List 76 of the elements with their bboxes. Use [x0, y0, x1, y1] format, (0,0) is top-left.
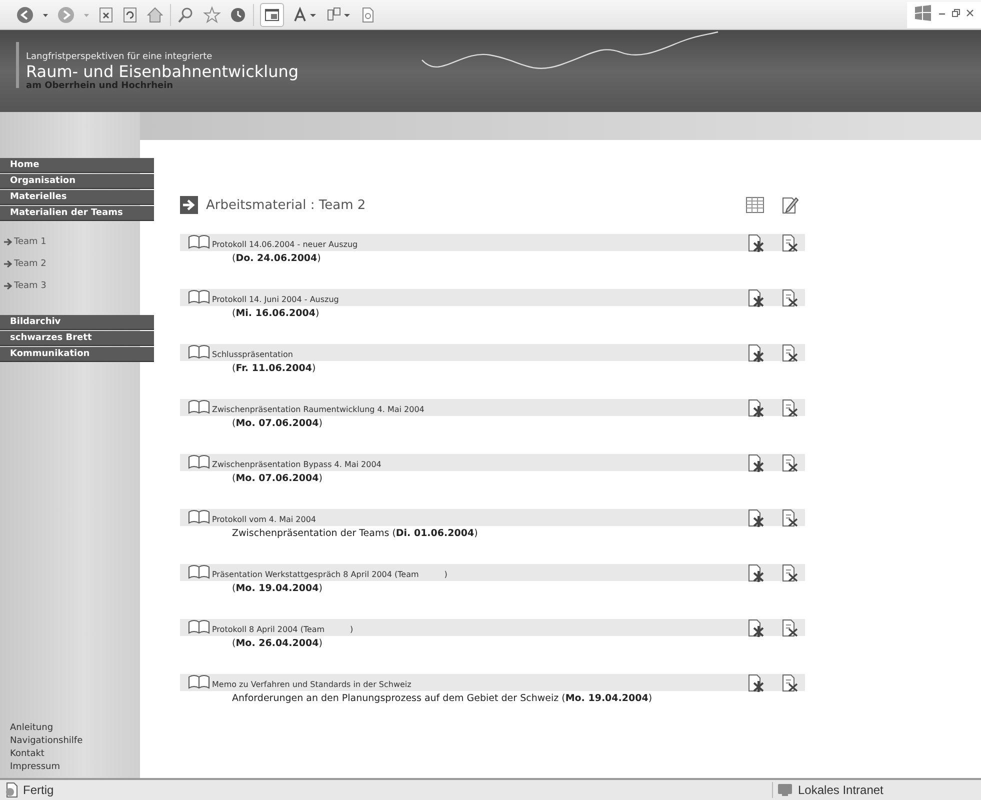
nav-link[interactable]: Team 1 [4, 235, 140, 249]
footer-link[interactable]: Navigationshilfe [10, 736, 140, 746]
document-link[interactable]: Schlusspräsentation [212, 350, 293, 359]
book-icon [188, 454, 210, 470]
nav-button[interactable]: Materialien der Teams [0, 206, 154, 221]
document-edit-icon[interactable] [781, 288, 799, 308]
document-link[interactable]: Protokoll 14.06.2004 - neuer Auszug [212, 240, 358, 249]
book-icon [188, 289, 210, 305]
close-icon[interactable] [965, 7, 975, 19]
book-icon [188, 399, 210, 415]
nav-button[interactable]: Organisation [0, 174, 154, 189]
book-icon [188, 234, 210, 250]
document-link[interactable]: Protokoll 14. Juni 2004 - Auszug [212, 295, 339, 304]
arrow-icon [4, 260, 13, 268]
document-link[interactable]: Memo zu Verfahren und Standards in der Schweiz [212, 680, 412, 689]
document-detail: (Mo. 07.06.2004) [231, 418, 324, 429]
home-icon[interactable] [146, 6, 164, 24]
document-detail: (Do. 24.06.2004) [231, 253, 322, 264]
banner-kicker: Langfristperspektiven für eine integrierte [26, 52, 212, 62]
document-detail: Zwischenpräsentation der Teams (Di. 01.06.2004) [231, 528, 479, 539]
arrow-icon [180, 196, 198, 214]
back-icon[interactable] [16, 6, 34, 24]
book-icon [188, 509, 210, 525]
document-link[interactable]: Präsentation Werkstattgespräch 8 April 2004 (Team ) [212, 570, 448, 579]
document-edit-icon[interactable] [781, 343, 799, 363]
stop-icon[interactable] [98, 6, 114, 24]
footer-link[interactable]: Kontakt [10, 749, 140, 759]
nav-button[interactable]: Materielles [0, 190, 154, 205]
windows-logo-icon [913, 4, 933, 22]
page-icon[interactable] [360, 6, 376, 24]
book-icon [188, 674, 210, 690]
banner-subtitle: am Oberrhein und Hochrhein [26, 81, 174, 91]
page-heading: Arbeitsmaterial : Team 2 [206, 198, 366, 212]
nav-link[interactable]: Team 2 [4, 257, 140, 271]
status-text: Fertig [23, 783, 54, 797]
nav-button[interactable]: Bildarchiv [0, 315, 154, 330]
footer-link[interactable]: Anleitung [10, 723, 140, 733]
arrow-icon [4, 238, 13, 246]
document-edit-icon[interactable] [781, 233, 799, 253]
footer-link[interactable]: Impressum [10, 762, 140, 772]
document-edit-icon[interactable] [781, 453, 799, 473]
document-detail: (Mo. 19.04.2004) [231, 583, 324, 594]
document-detail: (Mo. 07.06.2004) [231, 473, 324, 484]
document-detail: (Mi. 16.06.2004) [231, 308, 320, 319]
book-icon [188, 564, 210, 580]
star-icon[interactable] [203, 6, 221, 24]
document-link[interactable]: Protokoll vom 4. Mai 2004 [212, 515, 316, 524]
book-icon [188, 619, 210, 635]
arrow-icon [4, 282, 13, 290]
document-detail: Anforderungen an den Planungsprozess auf dem Gebiet der Schweiz (Mo. 19.04.2004) [231, 693, 654, 704]
font-icon[interactable] [292, 6, 318, 24]
edit-icon[interactable] [781, 195, 799, 215]
document-link[interactable]: Zwischenpräsentation Raumentwicklung 4. Mai 2004 [212, 405, 424, 414]
document-edit-icon[interactable] [781, 508, 799, 528]
document-detail: (Fr. 11.06.2004) [231, 363, 317, 374]
banner-title: Raum- und Eisenbahnentwicklung [26, 62, 299, 81]
window-icon [264, 6, 280, 22]
document-edit-icon[interactable] [781, 563, 799, 583]
document-edit-icon[interactable] [781, 398, 799, 418]
zone-text: Lokales Intranet [798, 783, 884, 797]
search-icon[interactable] [177, 6, 195, 24]
document-detail: (Mo. 26.04.2004) [231, 638, 324, 649]
restore-icon[interactable] [951, 7, 961, 19]
book-icon [188, 344, 210, 360]
nav-button[interactable]: Kommunikation [0, 347, 154, 362]
history-icon[interactable] [229, 6, 247, 24]
document-edit-icon[interactable] [781, 673, 799, 693]
nav-button[interactable]: Home [0, 158, 154, 173]
nav-link[interactable]: Team 3 [4, 279, 140, 293]
window-button[interactable] [260, 2, 284, 26]
nav-button[interactable]: schwarzes Brett [0, 331, 154, 346]
document-link[interactable]: Protokoll 8 April 2004 (Team ) [212, 625, 354, 634]
refresh-icon[interactable] [122, 6, 138, 24]
document-edit-icon[interactable] [781, 618, 799, 638]
table-icon[interactable] [745, 196, 765, 214]
document-link[interactable]: Zwischenpräsentation Bypass 4. Mai 2004 [212, 460, 382, 469]
